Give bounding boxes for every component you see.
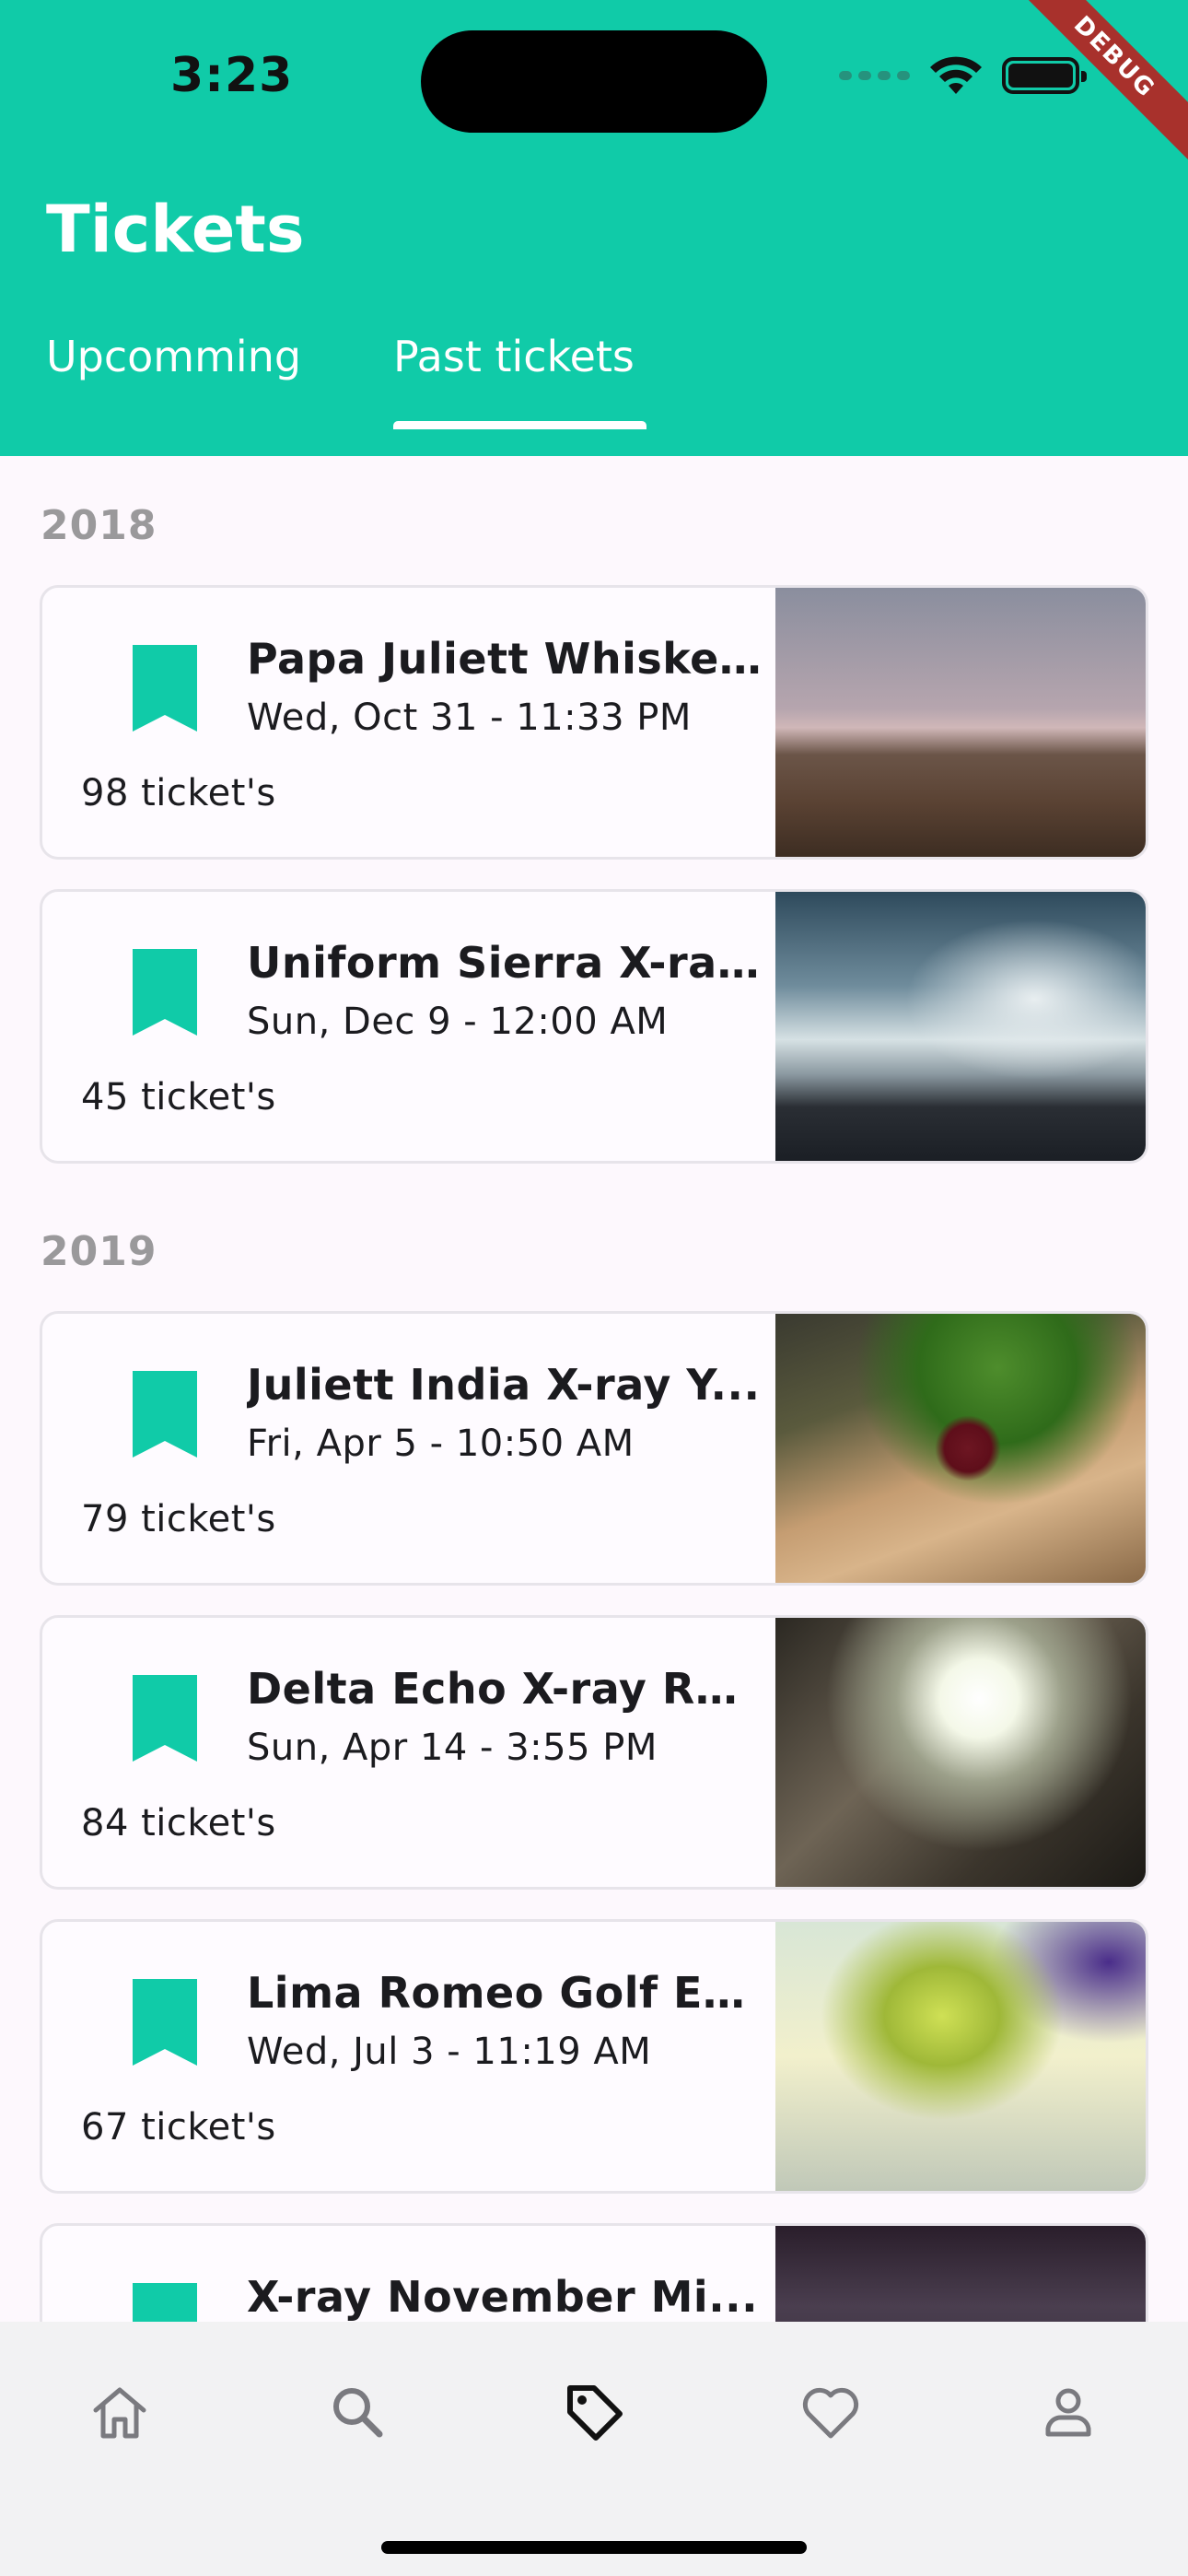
- tab-bar: Upcomming Past tickets: [0, 322, 1188, 456]
- ticket-image: [775, 1618, 1146, 1887]
- ticket-title: Uniform Sierra X-ra...: [247, 938, 763, 988]
- ticket-card[interactable]: Lima Romeo Golf Ec... Wed, Jul 3 - 11:19…: [40, 1919, 1148, 2194]
- ticket-card[interactable]: Uniform Sierra X-ra... Sun, Dec 9 - 12:0…: [40, 889, 1148, 1164]
- person-icon: [1045, 2388, 1091, 2437]
- tab-upcoming[interactable]: Upcomming: [46, 332, 301, 381]
- tickets-screen: 3:23 DEBUG Tickets Upcomming Past ticket…: [0, 0, 1188, 2576]
- bookmark-icon: [133, 645, 197, 732]
- dynamic-island: [421, 30, 767, 133]
- nav-favorites[interactable]: [794, 2375, 868, 2449]
- tab-indicator: [393, 421, 646, 429]
- bookmark-icon: [133, 1371, 197, 1458]
- ticket-card[interactable]: X-ray November Mi...: [40, 2223, 1148, 2322]
- battery-icon: [1002, 57, 1087, 94]
- ticket-date: Wed, Oct 31 - 11:33 PM: [247, 697, 692, 739]
- ticket-list[interactable]: 2018 Papa Juliett Whiske... Wed, Oct 31 …: [0, 456, 1188, 2322]
- bookmark-icon: [133, 2283, 197, 2322]
- ticket-date: Sun, Apr 14 - 3:55 PM: [247, 1727, 658, 1769]
- tab-past-tickets[interactable]: Past tickets: [393, 332, 635, 381]
- ticket-card[interactable]: Delta Echo X-ray Ro... Sun, Apr 14 - 3:5…: [40, 1615, 1148, 1890]
- ticket-count: 45 ticket's: [81, 1076, 276, 1118]
- tag-icon: [567, 2385, 623, 2441]
- ticket-title: X-ray November Mi...: [247, 2272, 759, 2322]
- ticket-count: 98 ticket's: [81, 772, 276, 814]
- bookmark-icon: [133, 949, 197, 1036]
- ticket-card[interactable]: Papa Juliett Whiske... Wed, Oct 31 - 11:…: [40, 585, 1148, 860]
- ticket-image: [775, 1314, 1146, 1583]
- ticket-card[interactable]: Juliett India X-ray Y... Fri, Apr 5 - 10…: [40, 1311, 1148, 1586]
- year-header: 2019: [41, 1228, 157, 1275]
- ticket-title: Juliett India X-ray Y...: [247, 1360, 761, 1410]
- ticket-title: Delta Echo X-ray Ro...: [247, 1664, 763, 1714]
- ticket-date: Fri, Apr 5 - 10:50 AM: [247, 1423, 635, 1465]
- search-icon: [333, 2388, 383, 2438]
- status-icons: [839, 55, 1087, 96]
- ticket-image: [775, 1922, 1146, 2191]
- ticket-title: Lima Romeo Golf Ec...: [247, 1968, 763, 2018]
- ticket-date: Sun, Dec 9 - 12:00 AM: [247, 1001, 669, 1043]
- year-header: 2018: [41, 502, 157, 549]
- bookmark-icon: [133, 1675, 197, 1762]
- ticket-image: [775, 892, 1146, 1161]
- ticket-image: [775, 588, 1146, 857]
- wifi-icon: [930, 56, 982, 94]
- nav-home[interactable]: [83, 2375, 157, 2449]
- heart-icon: [802, 2387, 859, 2439]
- nav-tickets[interactable]: [557, 2375, 631, 2449]
- ticket-count: 84 ticket's: [81, 1802, 276, 1844]
- status-time: 3:23: [170, 48, 294, 103]
- app-bar: 3:23 DEBUG Tickets Upcomming Past ticket…: [0, 0, 1188, 456]
- page-title: Tickets: [46, 192, 305, 267]
- nav-search[interactable]: [320, 2375, 394, 2449]
- bookmark-icon: [133, 1979, 197, 2066]
- bottom-navigation: [0, 2322, 1188, 2576]
- ticket-count: 67 ticket's: [81, 2106, 276, 2149]
- ticket-date: Wed, Jul 3 - 11:19 AM: [247, 2031, 652, 2073]
- cellular-signal-icon: [839, 71, 910, 80]
- home-indicator[interactable]: [381, 2541, 807, 2554]
- home-icon: [93, 2387, 146, 2439]
- ticket-count: 79 ticket's: [81, 1498, 276, 1540]
- ticket-title: Papa Juliett Whiske...: [247, 634, 763, 684]
- ticket-image: [775, 2226, 1146, 2322]
- nav-profile[interactable]: [1031, 2375, 1105, 2449]
